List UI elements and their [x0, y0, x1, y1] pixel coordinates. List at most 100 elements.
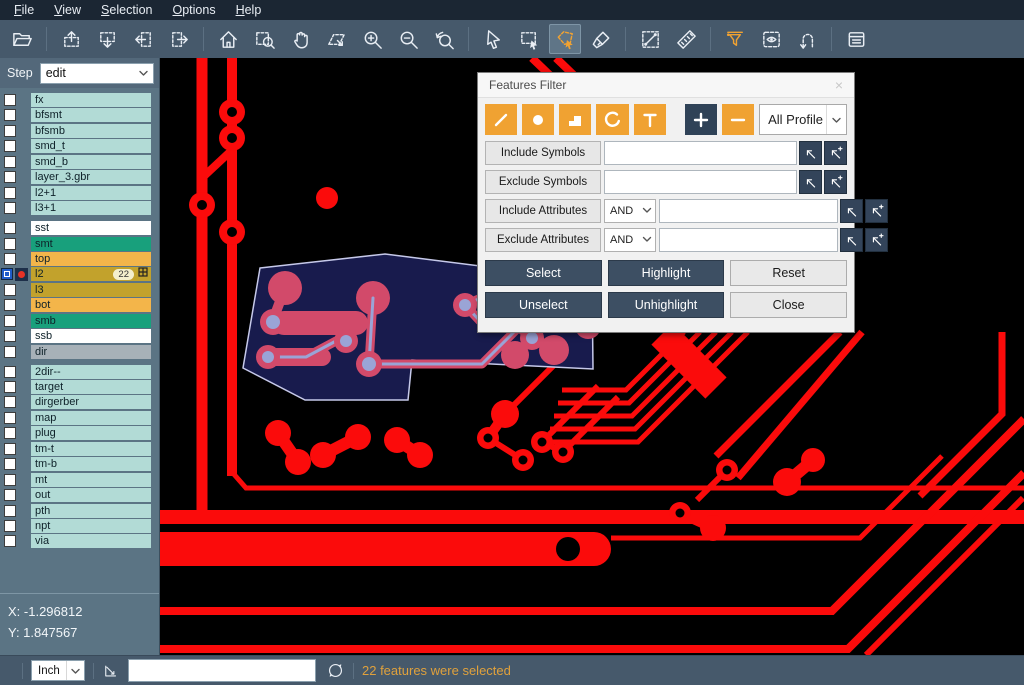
- add-pick-from-canvas-icon[interactable]: [865, 199, 888, 223]
- measure-ruler-icon[interactable]: [670, 24, 702, 54]
- layer-name[interactable]: pth: [31, 504, 151, 518]
- layer-checkbox[interactable]: [4, 427, 16, 439]
- layer-name[interactable]: smb: [31, 314, 151, 328]
- layer-checkbox[interactable]: [4, 94, 16, 106]
- layer-checkbox[interactable]: [4, 381, 16, 393]
- and-or-select[interactable]: AND: [604, 228, 656, 252]
- select-arrow-icon[interactable]: [477, 24, 509, 54]
- layer-checkbox[interactable]: [4, 187, 16, 199]
- layer-checkbox[interactable]: [4, 443, 16, 455]
- snap-loop-icon[interactable]: [791, 24, 823, 54]
- highlight-button[interactable]: Highlight: [608, 260, 725, 286]
- filter-surface-icon[interactable]: [559, 104, 591, 135]
- layer-name[interactable]: ssb: [31, 329, 151, 343]
- layer-row-ssb[interactable]: ssb: [0, 329, 159, 343]
- dialog-title-bar[interactable]: Features Filter ×: [478, 73, 854, 98]
- layer-name[interactable]: out: [31, 488, 151, 502]
- add-pick-from-canvas-icon[interactable]: [824, 170, 847, 194]
- layer-name[interactable]: map: [31, 411, 151, 425]
- pan-right-icon[interactable]: [163, 24, 195, 54]
- layer-checkbox[interactable]: [4, 474, 16, 486]
- layer-checkbox[interactable]: [4, 535, 16, 547]
- zoom-area-icon[interactable]: [248, 24, 280, 54]
- layer-name[interactable]: via: [31, 534, 151, 548]
- pan-left-icon[interactable]: [127, 24, 159, 54]
- layer-row-map[interactable]: map: [0, 411, 159, 425]
- zoom-object-icon[interactable]: [320, 24, 352, 54]
- pick-from-canvas-icon[interactable]: [799, 141, 822, 165]
- layer-row-bot[interactable]: bot: [0, 298, 159, 312]
- unhighlight-button[interactable]: Unhighlight: [608, 292, 725, 318]
- filter-value-input[interactable]: [659, 228, 838, 252]
- filter-pad-icon[interactable]: [522, 104, 554, 135]
- layer-name[interactable]: bot: [31, 298, 151, 312]
- layer-checkbox[interactable]: [4, 458, 16, 470]
- layer-name[interactable]: top: [31, 252, 151, 266]
- pan-down-icon[interactable]: [91, 24, 123, 54]
- profile-select[interactable]: All Profile: [759, 104, 847, 135]
- reset-button[interactable]: Reset: [730, 260, 847, 286]
- close-icon[interactable]: ×: [832, 78, 846, 92]
- add-pick-from-canvas-icon[interactable]: [865, 228, 888, 252]
- features-filter-icon[interactable]: [719, 24, 751, 54]
- select-polygon-icon[interactable]: [549, 24, 581, 54]
- menu-selection[interactable]: Selection: [91, 1, 162, 20]
- layer-name[interactable]: l3+1: [31, 201, 151, 215]
- layer-row-bfsmb[interactable]: bfsmb: [0, 124, 159, 138]
- layer-name[interactable]: dirgerber: [31, 395, 151, 409]
- filter-remove-icon[interactable]: [722, 104, 754, 135]
- add-pick-from-canvas-icon[interactable]: [824, 141, 847, 165]
- layer-name[interactable]: smt: [31, 237, 151, 251]
- layer-name[interactable]: bfsmb: [31, 124, 151, 138]
- layer-checkbox[interactable]: [4, 520, 16, 532]
- units-select[interactable]: Inch: [31, 660, 85, 681]
- layer-checkbox[interactable]: [4, 109, 16, 121]
- layer-checkbox[interactable]: [4, 396, 16, 408]
- layer-row-top[interactable]: top: [0, 252, 159, 266]
- layer-name[interactable]: smd_b: [31, 155, 151, 169]
- layer-row-smt[interactable]: smt: [0, 237, 159, 251]
- select-button[interactable]: Select: [485, 260, 602, 286]
- menu-help[interactable]: Help: [226, 1, 272, 20]
- layer-name[interactable]: fx: [31, 93, 151, 107]
- layer-checkbox[interactable]: [4, 171, 16, 183]
- filter-arc-icon[interactable]: [596, 104, 628, 135]
- layer-checkbox[interactable]: [4, 489, 16, 501]
- close-button[interactable]: Close: [730, 292, 847, 318]
- zoom-out-icon[interactable]: [392, 24, 424, 54]
- filter-label-button[interactable]: Exclude Symbols: [485, 170, 601, 194]
- layer-checkbox[interactable]: [4, 315, 16, 327]
- and-or-select[interactable]: AND: [604, 199, 656, 223]
- zoom-previous-icon[interactable]: [428, 24, 460, 54]
- menu-options[interactable]: Options: [162, 1, 225, 20]
- layer-row-target[interactable]: target: [0, 380, 159, 394]
- pick-from-canvas-icon[interactable]: [840, 228, 863, 252]
- measure-corner-icon[interactable]: [102, 662, 120, 680]
- layer-name[interactable]: dir: [31, 345, 151, 359]
- layer-name[interactable]: smd_t: [31, 139, 151, 153]
- layer-checkbox[interactable]: [4, 330, 16, 342]
- home-view-icon[interactable]: [212, 24, 244, 54]
- layer-checkbox[interactable]: [4, 253, 16, 265]
- clean-brush-icon[interactable]: [585, 24, 617, 54]
- filter-value-input[interactable]: [604, 141, 797, 165]
- filter-label-button[interactable]: Include Attributes: [485, 199, 601, 223]
- layer-row-smd_b[interactable]: smd_b: [0, 155, 159, 169]
- grid-icon[interactable]: [138, 267, 148, 281]
- filter-value-input[interactable]: [659, 199, 838, 223]
- unselect-button[interactable]: Unselect: [485, 292, 602, 318]
- layer-row-sst[interactable]: sst: [0, 221, 159, 235]
- pick-from-canvas-icon[interactable]: [840, 199, 863, 223]
- step-select[interactable]: edit: [40, 63, 154, 84]
- layer-row-layer_3.gbr[interactable]: layer_3.gbr: [0, 170, 159, 184]
- zoom-in-icon[interactable]: [356, 24, 388, 54]
- layer-name[interactable]: sst: [31, 221, 151, 235]
- layer-checkbox[interactable]: [4, 140, 16, 152]
- layer-row-mt[interactable]: mt: [0, 473, 159, 487]
- layer-row-fx[interactable]: fx: [0, 93, 159, 107]
- layer-row-via[interactable]: via: [0, 534, 159, 548]
- layer-checkbox[interactable]: [4, 238, 16, 250]
- layer-row-tm-t[interactable]: tm-t: [0, 442, 159, 456]
- select-rect-icon[interactable]: [513, 24, 545, 54]
- layer-name[interactable]: tm-t: [31, 442, 151, 456]
